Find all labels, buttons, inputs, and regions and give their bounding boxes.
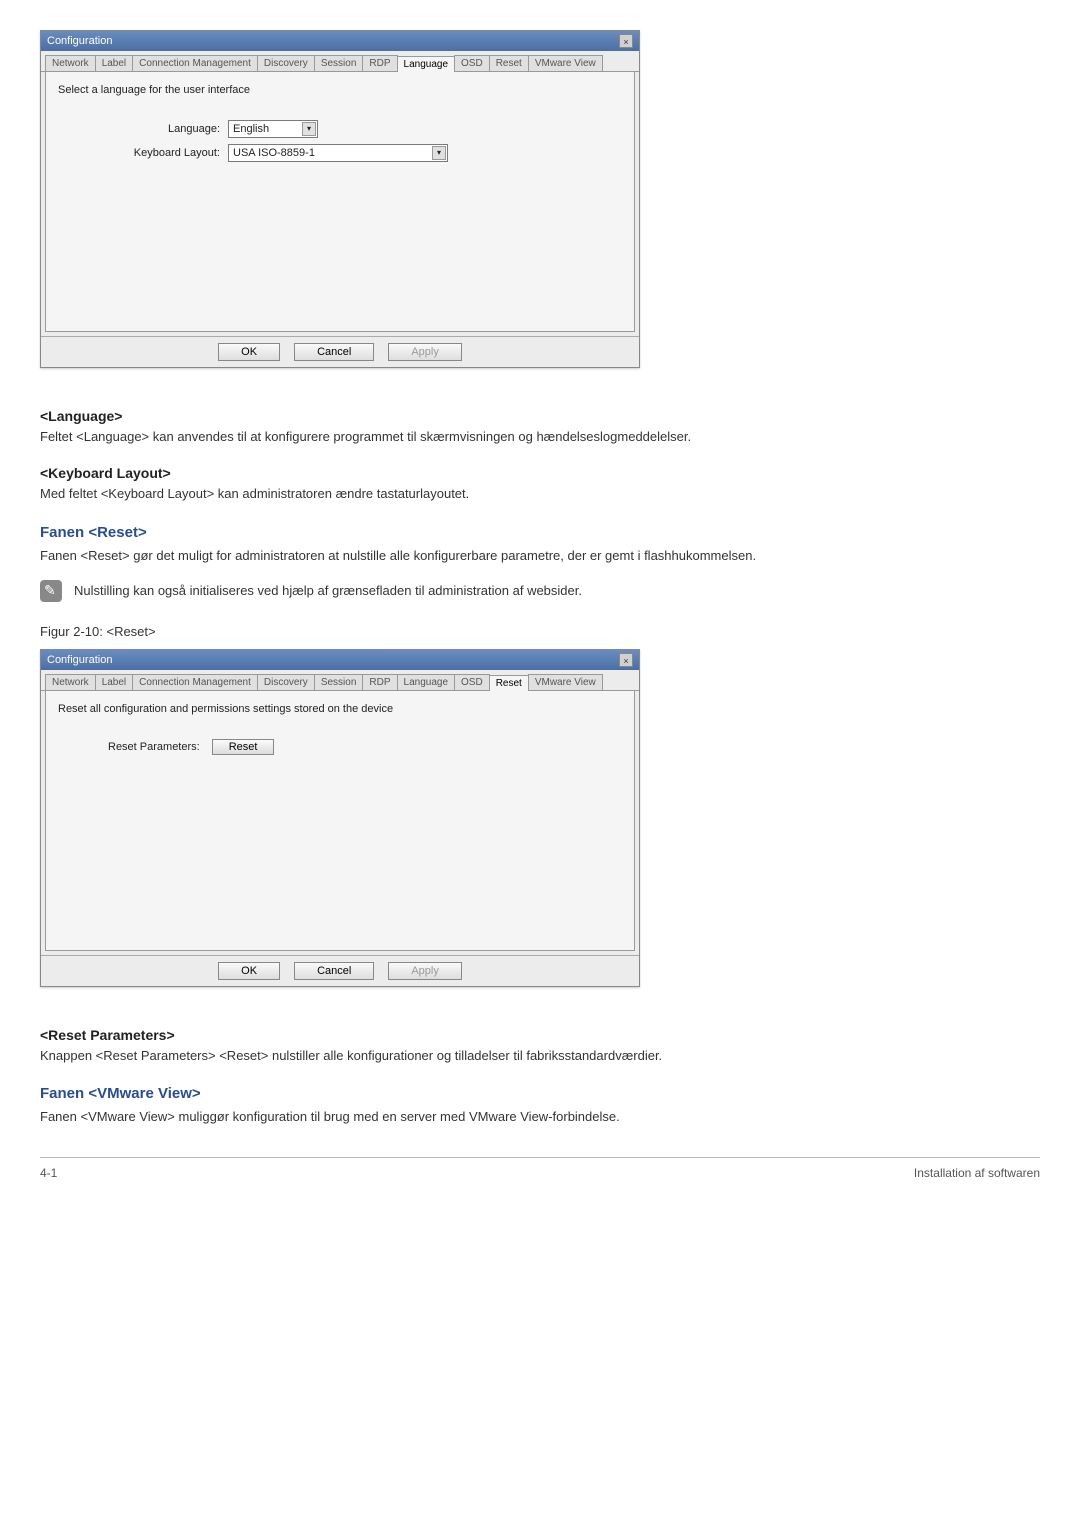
dialog-button-bar: OK Cancel Apply — [41, 955, 639, 986]
tab-panel-language: Select a language for the user interface… — [45, 72, 635, 332]
configuration-dialog-reset: Configuration × Network Label Connection… — [40, 649, 640, 987]
chevron-down-icon: ▾ — [432, 146, 446, 160]
tab-discovery[interactable]: Discovery — [257, 55, 315, 71]
ok-button[interactable]: OK — [218, 962, 280, 980]
keyboard-layout-label: Keyboard Layout: — [108, 147, 228, 159]
body-reset-parameters: Knappen <Reset Parameters> <Reset> nulst… — [40, 1047, 1040, 1066]
close-icon[interactable]: × — [619, 34, 633, 48]
dialog-title: Configuration — [47, 654, 112, 666]
apply-button[interactable]: Apply — [388, 343, 462, 361]
heading-language: <Language> — [40, 408, 1040, 424]
tab-osd[interactable]: OSD — [454, 55, 490, 71]
body-reset: Fanen <Reset> gør det muligt for adminis… — [40, 547, 1040, 566]
panel-heading: Select a language for the user interface — [58, 84, 622, 96]
tab-osd[interactable]: OSD — [454, 674, 490, 690]
heading-keyboard-layout: <Keyboard Layout> — [40, 465, 1040, 481]
configuration-dialog-language: Configuration × Network Label Connection… — [40, 30, 640, 368]
dialog-title: Configuration — [47, 35, 112, 47]
dialog-titlebar: Configuration × — [41, 650, 639, 670]
tab-discovery[interactable]: Discovery — [257, 674, 315, 690]
tab-vmware-view[interactable]: VMware View — [528, 674, 603, 690]
keyboard-layout-value: USA ISO-8859-1 — [233, 147, 315, 159]
tab-language[interactable]: Language — [397, 56, 456, 72]
language-label: Language: — [108, 123, 228, 135]
reset-button[interactable]: Reset — [212, 739, 275, 755]
tab-rdp[interactable]: RDP — [362, 674, 397, 690]
field-row-keyboard: Keyboard Layout: USA ISO-8859-1 ▾ — [58, 144, 622, 162]
chevron-down-icon: ▾ — [302, 122, 316, 136]
tab-network[interactable]: Network — [45, 55, 96, 71]
footer-section-title: Installation af softwaren — [914, 1166, 1040, 1180]
section-heading-reset: Fanen <Reset> — [40, 524, 1040, 541]
keyboard-layout-select[interactable]: USA ISO-8859-1 ▾ — [228, 144, 448, 162]
tab-rdp[interactable]: RDP — [362, 55, 397, 71]
tab-vmware-view[interactable]: VMware View — [528, 55, 603, 71]
tab-label[interactable]: Label — [95, 55, 133, 71]
note-icon — [40, 580, 62, 602]
tab-label[interactable]: Label — [95, 674, 133, 690]
dialog-button-bar: OK Cancel Apply — [41, 336, 639, 367]
panel-heading: Reset all configuration and permissions … — [58, 703, 622, 715]
field-row-language: Language: English ▾ — [58, 120, 622, 138]
heading-reset-parameters: <Reset Parameters> — [40, 1027, 1040, 1043]
cancel-button[interactable]: Cancel — [294, 962, 374, 980]
tab-connection-management[interactable]: Connection Management — [132, 55, 258, 71]
tab-reset[interactable]: Reset — [489, 55, 529, 71]
body-keyboard-layout: Med feltet <Keyboard Layout> kan adminis… — [40, 485, 1040, 504]
note-row: Nulstilling kan også initialiseres ved h… — [40, 580, 1040, 602]
language-value: English — [233, 123, 269, 135]
tab-connection-management[interactable]: Connection Management — [132, 674, 258, 690]
apply-button[interactable]: Apply — [388, 962, 462, 980]
note-text: Nulstilling kan også initialiseres ved h… — [74, 583, 582, 598]
ok-button[interactable]: OK — [218, 343, 280, 361]
tab-language[interactable]: Language — [397, 674, 456, 690]
figure-caption-reset: Figur 2-10: <Reset> — [40, 624, 1040, 639]
tab-reset[interactable]: Reset — [489, 675, 529, 691]
reset-row: Reset Parameters: Reset — [58, 739, 622, 755]
tab-session[interactable]: Session — [314, 674, 364, 690]
close-icon[interactable]: × — [619, 653, 633, 667]
body-language: Feltet <Language> kan anvendes til at ko… — [40, 428, 1040, 447]
language-select[interactable]: English ▾ — [228, 120, 318, 138]
cancel-button[interactable]: Cancel — [294, 343, 374, 361]
reset-parameters-label: Reset Parameters: — [108, 741, 212, 753]
section-heading-vmware-view: Fanen <VMware View> — [40, 1085, 1040, 1102]
dialog-titlebar: Configuration × — [41, 31, 639, 51]
footer-page-number: 4-1 — [40, 1166, 57, 1180]
tab-panel-reset: Reset all configuration and permissions … — [45, 691, 635, 951]
tab-network[interactable]: Network — [45, 674, 96, 690]
page-footer: 4-1 Installation af softwaren — [40, 1157, 1040, 1180]
body-vmware-view: Fanen <VMware View> muliggør konfigurati… — [40, 1108, 1040, 1127]
tabstrip: Network Label Connection Management Disc… — [41, 670, 639, 691]
tabstrip: Network Label Connection Management Disc… — [41, 51, 639, 72]
tab-session[interactable]: Session — [314, 55, 364, 71]
